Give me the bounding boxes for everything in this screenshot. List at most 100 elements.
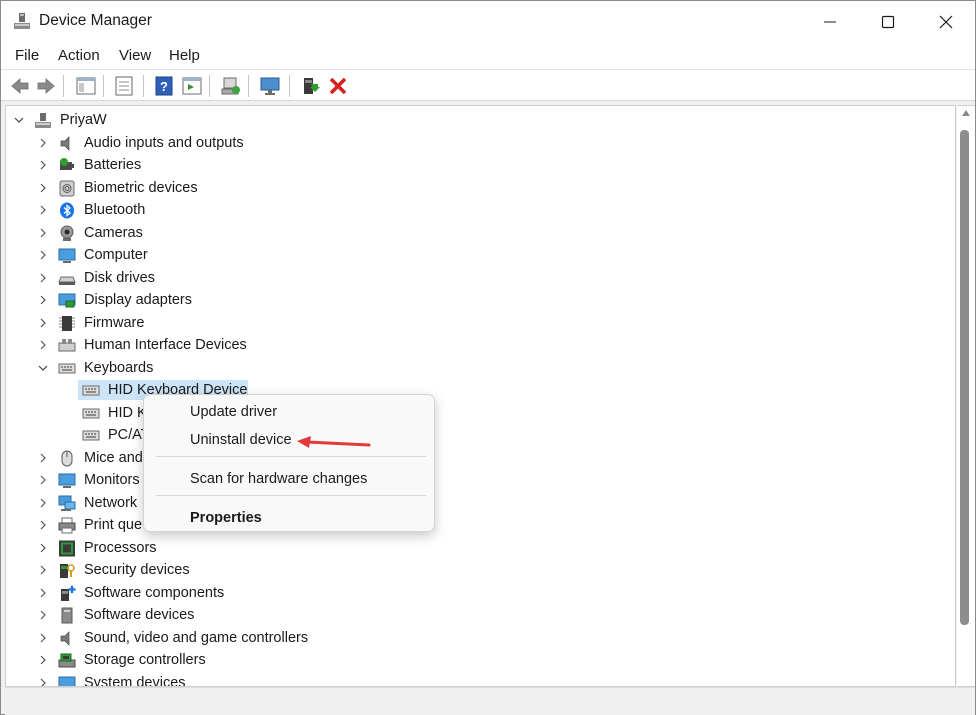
vertical-scrollbar[interactable] [957,105,975,687]
chevron-right-icon[interactable] [36,672,50,686]
chevron-right-icon[interactable] [36,267,50,289]
chevron-right-icon[interactable] [36,154,50,176]
tree-category-label: Cameras [84,225,143,241]
tree-category-label: Mice and [84,450,143,466]
tree-root-label: PriyaW [60,112,107,128]
title-bar[interactable]: Device Manager [1,1,975,43]
tree-category-label: Software components [84,585,225,601]
tree-category[interactable]: System devices [6,672,426,686]
keyboard-icon [82,385,100,396]
chevron-right-icon[interactable] [36,289,50,311]
toolbar: ? [1,69,975,101]
menu-action[interactable]: Action [58,47,100,64]
scroll-up-icon[interactable] [962,110,970,116]
tree-category[interactable]: Cameras [6,222,426,244]
uninstall-icon[interactable] [327,75,349,97]
chevron-right-icon[interactable] [36,199,50,221]
tree-category-label: Biometric devices [84,180,198,196]
tree-category-keyboards[interactable]: Keyboards [6,357,426,379]
chevron-down-icon[interactable] [12,109,26,131]
chevron-right-icon[interactable] [36,604,50,626]
tree-category[interactable]: Firmware [6,312,426,334]
chevron-right-icon[interactable] [36,334,50,356]
minimize-button[interactable] [801,1,859,43]
help-icon[interactable]: ? [153,75,175,97]
toolbar-separator [143,75,144,97]
tree-category-label: Computer [84,247,148,263]
tree-category-label: Disk drives [84,270,155,286]
tree-category-label: Software devices [84,607,195,623]
security-icon [60,564,75,578]
tree-root[interactable]: PriyaW [6,109,406,131]
tree-category[interactable]: Biometric devices [6,177,426,199]
close-icon [939,15,953,29]
computer-icon [58,248,76,263]
show-hide-console-tree-icon[interactable] [75,75,97,97]
tree-category[interactable]: Software devices [6,604,426,626]
keyboard-icon [58,363,76,374]
tree-category-label: Security devices [84,562,190,578]
properties-menu-item[interactable]: Properties [190,510,262,526]
chevron-right-icon[interactable] [36,627,50,649]
tree-category[interactable]: Software components [6,582,426,604]
forward-arrow-icon[interactable] [35,75,57,97]
maximize-button[interactable] [859,1,917,43]
chevron-down-icon[interactable] [36,357,50,379]
menu-bar: File Action View Help [1,43,975,69]
disk-drive-icon [58,276,76,285]
back-arrow-icon[interactable] [9,75,31,97]
scan-hardware-menu-item[interactable]: Scan for hardware changes [190,471,367,487]
tree-category[interactable]: Disk drives [6,267,426,289]
uninstall-device-menu-item[interactable]: Uninstall device [190,432,292,448]
chevron-right-icon[interactable] [36,537,50,559]
chevron-right-icon[interactable] [36,492,50,514]
menu-view[interactable]: View [119,47,151,64]
properties-icon[interactable] [113,75,135,97]
menu-separator [156,495,426,496]
tree-category[interactable]: Processors [6,537,426,559]
chevron-right-icon[interactable] [36,514,50,536]
toolbar-separator [248,75,249,97]
computer-root-icon [35,113,51,128]
chevron-right-icon[interactable] [36,447,50,469]
tree-category[interactable]: Storage controllers [6,649,426,671]
mouse-icon [61,450,73,467]
chevron-right-icon[interactable] [36,132,50,154]
tree-category[interactable]: Sound, video and game controllers [6,627,426,649]
device-manager-window: Device Manager File Action View Help ? P… [0,0,976,715]
chevron-right-icon[interactable] [36,469,50,491]
chevron-right-icon[interactable] [36,177,50,199]
scroll-thumb[interactable] [960,130,969,625]
chevron-right-icon[interactable] [36,582,50,604]
update-driver-menu-item[interactable]: Update driver [190,404,277,420]
speaker-icon [60,136,70,151]
tree-category[interactable]: Security devices [6,559,426,581]
chevron-right-icon[interactable] [36,649,50,671]
chevron-right-icon[interactable] [36,244,50,266]
tree-category[interactable]: Human Interface Devices [6,334,426,356]
monitor-icon[interactable] [259,75,281,97]
network-icon [58,495,76,511]
scan-hardware-icon[interactable] [220,75,242,97]
menu-help[interactable]: Help [169,47,200,64]
tree-category[interactable]: Batteries [6,154,426,176]
firmware-chip-icon [59,316,75,331]
action-pane-icon[interactable] [181,75,203,97]
tree-category[interactable]: Audio inputs and outputs [6,132,426,154]
tree-category-label: Sound, video and game controllers [84,630,309,646]
maximize-icon [881,15,895,29]
tree-category[interactable]: Display adapters [6,289,426,311]
tree-device-label: HID K [108,405,147,421]
tree-category[interactable]: Computer [6,244,426,266]
software-component-icon [61,585,76,601]
close-button[interactable] [917,1,975,43]
sound-icon [60,631,70,646]
menu-file[interactable]: File [15,47,39,64]
chevron-right-icon[interactable] [36,312,50,334]
keyboard-icon [82,430,100,441]
tree-category[interactable]: Bluetooth [6,199,426,221]
chevron-right-icon[interactable] [36,222,50,244]
update-driver-icon[interactable] [299,75,321,97]
chevron-right-icon[interactable] [36,559,50,581]
menu-separator [156,456,426,457]
